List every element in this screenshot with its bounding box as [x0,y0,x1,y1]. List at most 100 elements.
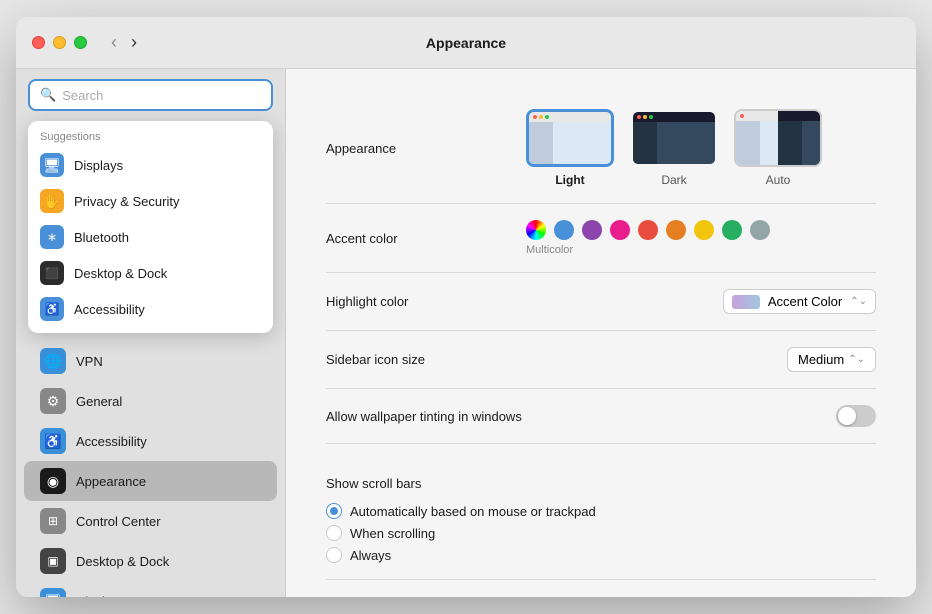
search-box[interactable]: 🔍 Search [28,79,273,111]
dark-thumb-dot-green [649,115,653,119]
highlight-preview [732,295,760,309]
accent-red[interactable] [638,220,658,240]
accent-color-control: Multicolor [526,220,876,256]
scroll-auto-radio[interactable] [326,503,342,519]
sidebar-item-displays[interactable]: 🖥 Displays [24,581,277,597]
appearance-icon: ◉ [40,468,66,494]
main-window: ‹ › Appearance 🔍 Search Suggestions 🖥 Di… [16,17,916,597]
auto-sidebar-l [736,121,760,165]
suggestion-desktop-dock[interactable]: ⬛ Desktop & Dock [28,255,273,291]
sidebar: 🔍 Search Suggestions 🖥 Displays ✋ Privac… [16,69,286,597]
sidebar-item-desktop-dock-label: Desktop & Dock [76,554,169,569]
accent-purple[interactable] [582,220,602,240]
auto-main-l [760,121,778,165]
scroll-bars-label: Show scroll bars [326,460,876,495]
wallpaper-tinting-toggle[interactable] [836,405,876,427]
toggle-knob [838,407,856,425]
thumb-dot-yellow [539,115,543,119]
dark-thumb-main [657,122,715,164]
accent-blue[interactable] [554,220,574,240]
sidebar-item-general-label: General [76,394,122,409]
sidebar-item-appearance[interactable]: ◉ Appearance [24,461,277,501]
accent-color-label: Accent color [326,231,526,246]
thumb-dot-red [533,115,537,119]
scroll-auto-option[interactable]: Automatically based on mouse or trackpad [326,503,876,519]
search-input[interactable]: Search [62,88,261,103]
appearance-option-auto[interactable]: Auto [734,109,822,187]
forward-button[interactable]: › [127,32,141,53]
accent-colors: Multicolor [526,220,770,256]
sidebar-item-general[interactable]: ⚙ General [24,381,277,421]
window-title: Appearance [426,35,506,51]
displays-nav-icon: 🖥 [40,588,66,597]
scroll-bars-radio-group: Automatically based on mouse or trackpad… [326,503,876,563]
accent-pink[interactable] [610,220,630,240]
accent-sublabel: Multicolor [526,244,770,256]
suggestion-bluetooth[interactable]: ∗ Bluetooth [28,219,273,255]
accent-green[interactable] [722,220,742,240]
wallpaper-tinting-control [526,405,876,427]
minimize-button[interactable] [53,36,66,49]
accent-orange[interactable] [666,220,686,240]
appearance-section-label: Appearance [326,141,526,156]
scroll-scrolling-radio[interactable] [326,525,342,541]
scroll-always-option[interactable]: Always [326,547,876,563]
accent-yellow[interactable] [694,220,714,240]
sidebar-icon-size-selector[interactable]: Medium ⌃⌄ [787,347,876,372]
accent-gray[interactable] [750,220,770,240]
vpn-icon: 🌐 [40,348,66,374]
appearance-option-dark[interactable]: Dark [630,109,718,187]
dark-thumb-sidebar [633,122,657,164]
wallpaper-tinting-row: Allow wallpaper tinting in windows [326,389,876,444]
suggestions-dropdown: Suggestions 🖥 Displays ✋ Privacy & Secur… [28,121,273,333]
suggestion-accessibility[interactable]: ♿ Accessibility [28,291,273,327]
auto-sidebar-d [778,121,802,165]
scroll-auto-label: Automatically based on mouse or trackpad [350,504,596,519]
suggestion-privacy[interactable]: ✋ Privacy & Security [28,183,273,219]
highlight-selector-wrapper: Accent Color ⌃⌄ [526,289,876,314]
auto-label: Auto [766,173,791,187]
auto-main-d [802,121,820,165]
highlight-chevron-icon: ⌃⌄ [850,296,867,307]
privacy-icon: ✋ [40,189,64,213]
general-icon: ⚙ [40,388,66,414]
accessibility-icon: ♿ [40,428,66,454]
search-container: 🔍 Search [16,69,285,121]
suggestion-desktop-dock-label: Desktop & Dock [74,266,167,281]
close-button[interactable] [32,36,45,49]
suggestions-label: Suggestions [28,127,273,147]
accent-multicolor[interactable] [526,220,546,240]
highlight-value: Accent Color [768,294,842,309]
highlight-color-label: Highlight color [326,294,526,309]
accent-color-row: Accent color [326,204,876,273]
dark-label: Dark [661,173,686,187]
scroll-scrolling-label: When scrolling [350,526,435,541]
sidebar-item-control-center[interactable]: ⊞ Control Center [24,501,277,541]
back-button[interactable]: ‹ [107,32,121,53]
dark-thumb [630,109,718,167]
sidebar-icon-size-control: Medium ⌃⌄ [526,347,876,372]
light-thumb-main [553,122,611,164]
main-layout: 🔍 Search Suggestions 🖥 Displays ✋ Privac… [16,69,916,597]
appearance-options: Light [526,109,822,187]
sidebar-item-vpn[interactable]: 🌐 VPN [24,341,277,381]
auto-thumb [734,109,822,167]
scroll-always-radio[interactable] [326,547,342,563]
scroll-scrolling-option[interactable]: When scrolling [326,525,876,541]
content-area: Appearance [286,69,916,597]
sidebar-icon-size-value: Medium [798,352,844,367]
color-dots-row [526,220,770,240]
search-icon: 🔍 [40,87,56,103]
sidebar-item-desktop-dock[interactable]: ▣ Desktop & Dock [24,541,277,581]
highlight-selector[interactable]: Accent Color ⌃⌄ [723,289,876,314]
click-scroll-bar-section: Click in the scroll bar to Jump to the n… [326,580,876,597]
sidebar-item-accessibility[interactable]: ♿ Accessibility [24,421,277,461]
suggestion-displays[interactable]: 🖥 Displays [28,147,273,183]
thumb-dot-green [545,115,549,119]
scroll-always-label: Always [350,548,391,563]
appearance-option-light[interactable]: Light [526,109,614,187]
maximize-button[interactable] [74,36,87,49]
light-thumb-sidebar [529,122,553,164]
sidebar-icon-size-row: Sidebar icon size Medium ⌃⌄ [326,331,876,389]
appearance-row: Appearance [326,93,876,204]
